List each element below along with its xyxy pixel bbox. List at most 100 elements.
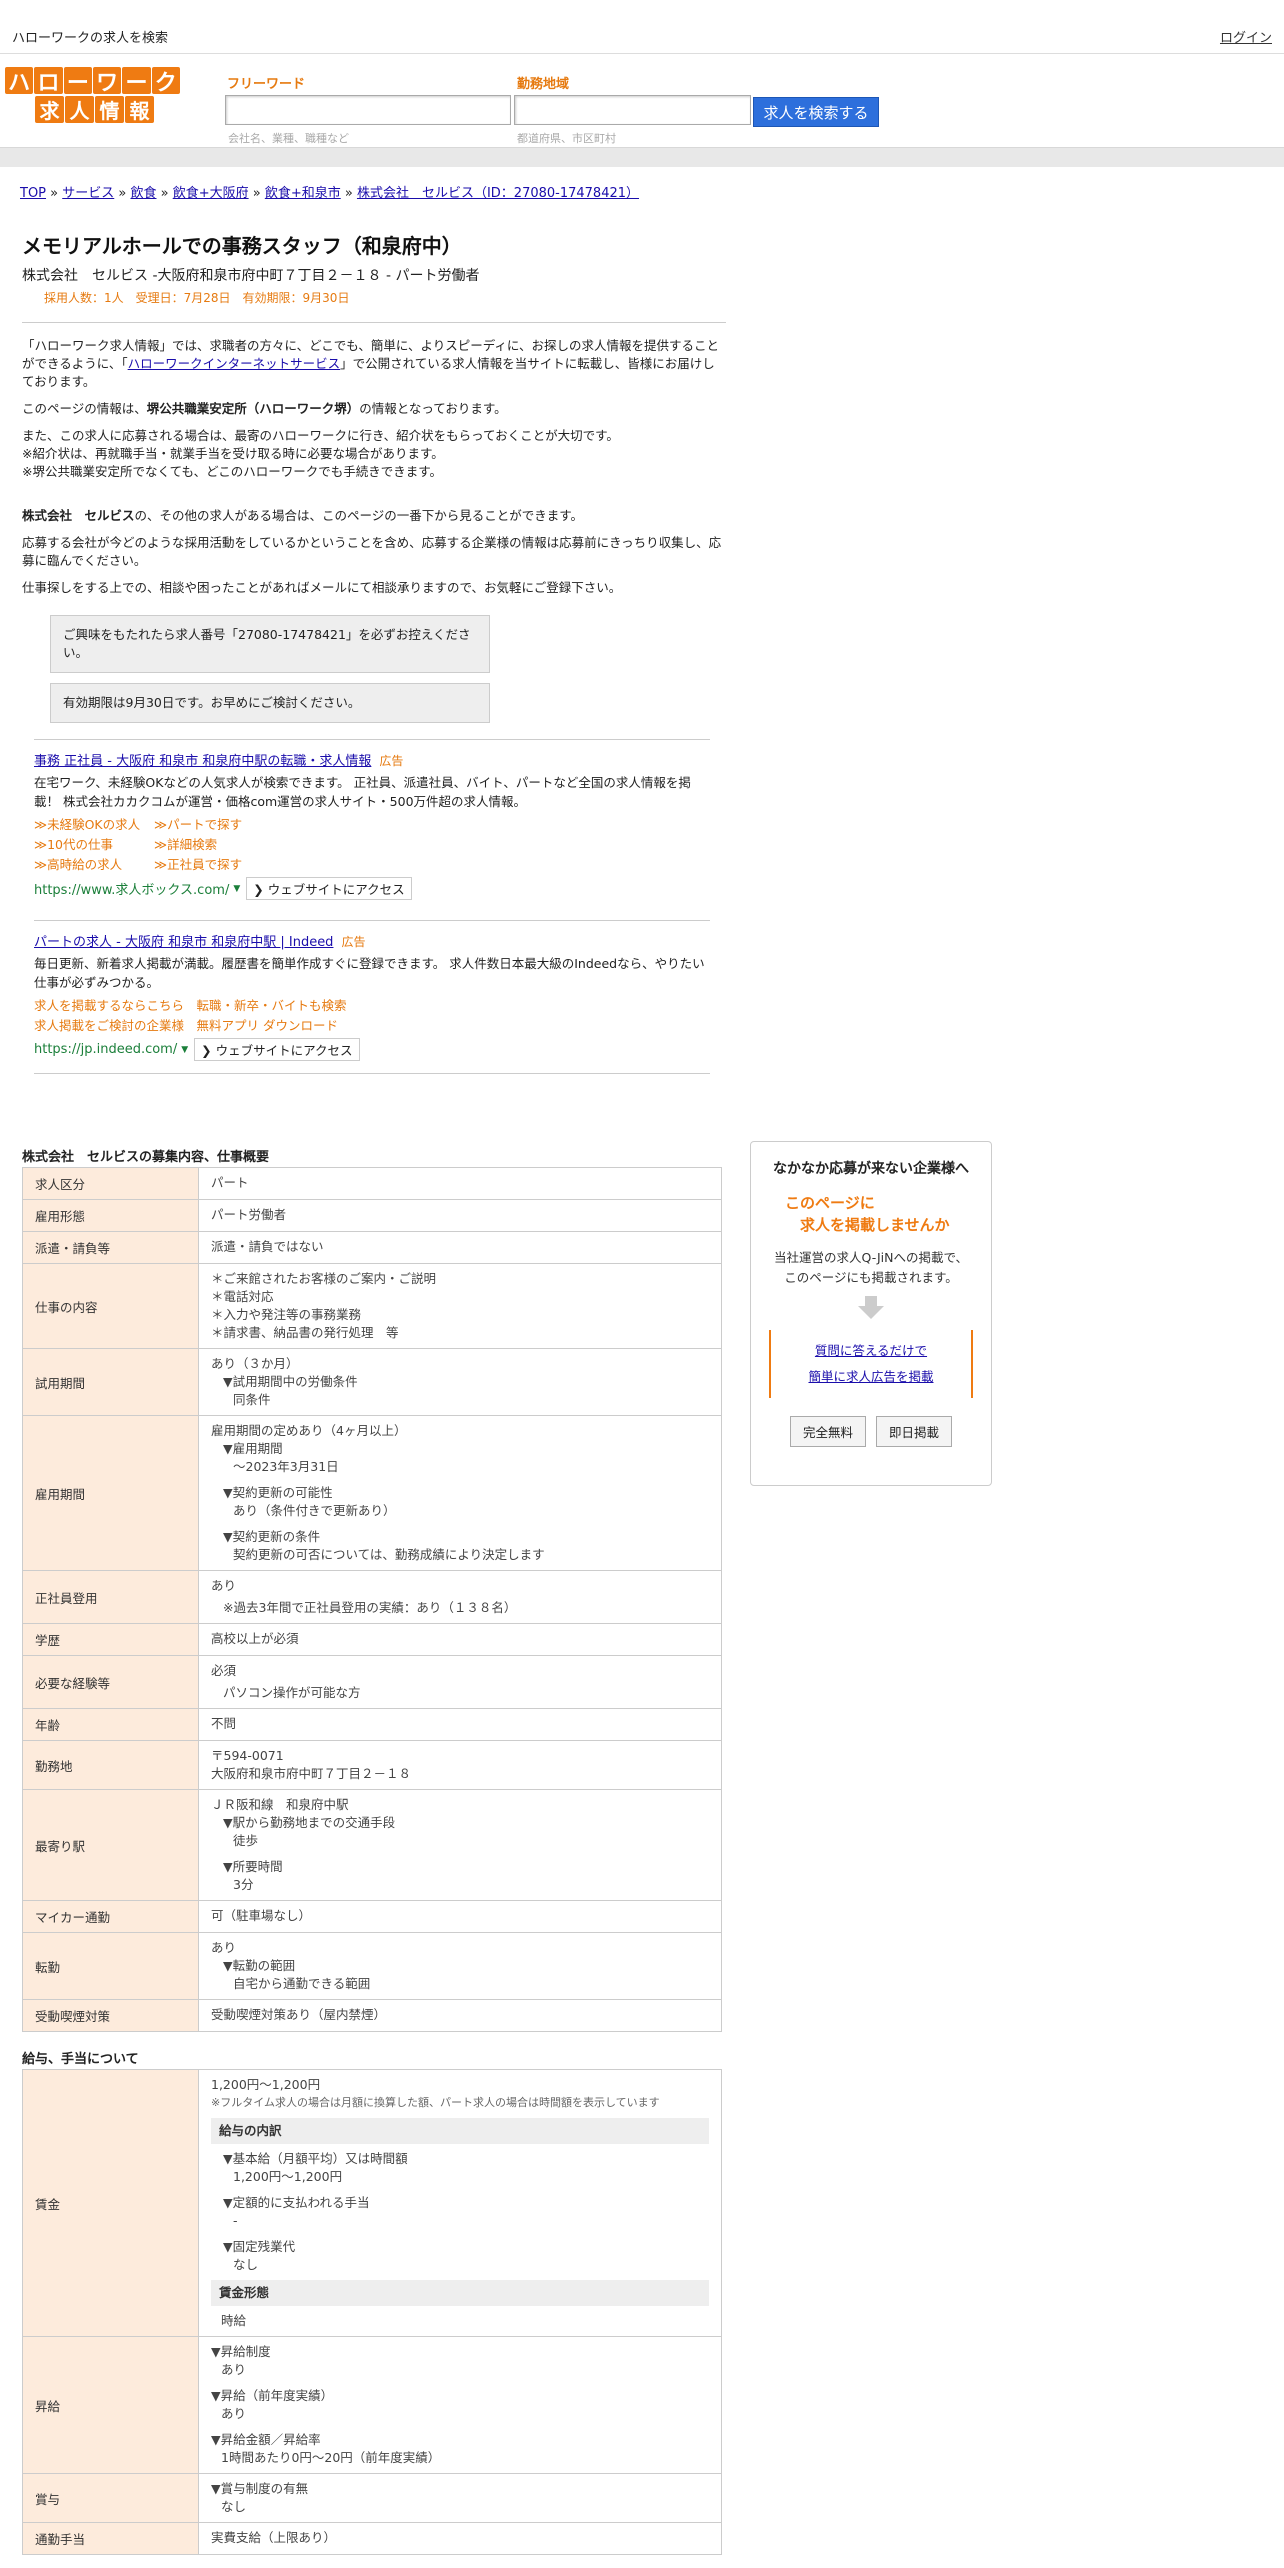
notice-deadline: 有効期限は9月30日です。お早めにご検討ください。 xyxy=(50,683,490,723)
ad-block: パートの求人 - 大阪府 和泉市 和泉府中駅 | Indeed 広告 毎日更新、新… xyxy=(34,920,710,1074)
referral-paragraph: また、この求人に応募される場合は、最寄のハローワークに行き、紹介状をもらっておく… xyxy=(22,428,619,443)
table-cell: 実費支給（上限あり） xyxy=(198,2522,722,2555)
ad-visit-button[interactable]: ❯ ウェブサイトにアクセス xyxy=(194,1038,360,1061)
chevron-down-icon[interactable]: ▼ xyxy=(181,1045,188,1055)
chevron-right-icon: ❯ xyxy=(253,882,268,897)
ad-sitelink[interactable]: ≫パートで探す xyxy=(154,815,314,835)
breadcrumb-service[interactable]: サービス xyxy=(62,186,114,201)
table-header-cell: 学歴 xyxy=(22,1623,199,1656)
table-row: 試用期間 あり（３か月） ▼試用期間中の労働条件 同条件 xyxy=(22,1348,722,1416)
table-cell: 可（駐車場なし） xyxy=(198,1900,722,1933)
ad-visit-button[interactable]: ❯ ウェブサイトにアクセス xyxy=(246,877,412,900)
logo-char: ワ xyxy=(92,67,122,96)
logo-char: ハ xyxy=(5,67,34,96)
ad-title-link[interactable]: 事務 正社員 - 大阪府 和泉市 和泉府中駅の転職・求人情報 xyxy=(34,754,371,769)
table-cell: 必須 パソコン操作が可能な方 xyxy=(198,1655,722,1709)
freeword-label: フリーワード xyxy=(227,77,306,92)
freeword-input[interactable] xyxy=(225,95,511,125)
salary-table: 賃金 1,200円〜1,200円 ※フルタイム求人の場合は月額に換算した額、パー… xyxy=(22,2069,722,2555)
table-header-cell: 通勤手当 xyxy=(22,2522,199,2555)
free-badge-button[interactable]: 完全無料 xyxy=(789,1416,866,1447)
table-cell: ＊ご来館されたお客様のご案内・ご説明 ＊電話対応 ＊入力や発注等の事務業務 ＊請… xyxy=(198,1263,722,1349)
login-link[interactable]: ログイン xyxy=(1220,27,1272,46)
referral-note-2: ※堺公共職業安定所でなくても、どこのハローワークでも手続きできます。 xyxy=(22,464,442,479)
table-row: 転勤 あり ▼転勤の範囲 自宅から通勤できる範囲 xyxy=(22,1932,722,2000)
source-paragraph: このページの情報は、堺公共職業安定所（ハローワーク堺）の情報となっております。 xyxy=(22,401,507,416)
table-row: 最寄り駅 ＪＲ阪和線 和泉府中駅 ▼駅から勤務地までの交通手段 徒歩 ▼所要時間… xyxy=(22,1789,722,1901)
table-cell: パート xyxy=(198,1167,722,1200)
ad-sitelink[interactable]: ≫未経験OKの求人 xyxy=(34,815,154,835)
breadcrumb-city[interactable]: 飲食+和泉市 xyxy=(265,186,341,201)
table-header-cell: 必要な経験等 xyxy=(22,1655,199,1709)
ad-sitelink[interactable]: ≫正社員で探す xyxy=(154,855,314,875)
logo-char: ー xyxy=(122,67,151,96)
site-title: ハローワークの求人を検索 xyxy=(12,31,169,46)
ad-tag: 広告 xyxy=(341,935,366,949)
area-label: 勤務地域 xyxy=(517,77,570,92)
arrow-down-icon xyxy=(858,1296,884,1319)
logo-char: 情 xyxy=(95,96,124,123)
table-row: 賞与 ▼賞与制度の有無 なし xyxy=(22,2473,722,2523)
table-header-cell: 勤務地 xyxy=(22,1740,199,1790)
advice-paragraph: 応募する会社が今どのような採用活動をしているかということを含め、応募する企業様の… xyxy=(22,535,722,568)
table-cell: 高校以上が必須 xyxy=(198,1623,722,1656)
table-cell: ▼昇給制度 あり ▼昇給（前年度実績） あり ▼昇給金額／昇給率 1時間あたり0… xyxy=(198,2336,722,2474)
logo-char: ロ xyxy=(34,67,63,96)
table-header-cell: マイカー通勤 xyxy=(22,1900,199,1933)
salary-title: 給与、手当について xyxy=(22,2052,139,2067)
freeword-hint: 会社名、業種、職種など xyxy=(228,132,349,145)
ad-url[interactable]: https://jp.indeed.com/ xyxy=(34,1042,177,1057)
table-cell: ▼賞与制度の有無 なし xyxy=(198,2473,722,2523)
table-row: 勤務地 〒594-0071 大阪府和泉市府中町７丁目２－１８ xyxy=(22,1740,722,1790)
table-row: 年齢 不問 xyxy=(22,1708,722,1741)
side-link-post-ad[interactable]: 簡単に求人広告を掲載 xyxy=(808,1369,933,1384)
table-header-cell: 試用期間 xyxy=(22,1348,199,1416)
logo-char: 人 xyxy=(65,96,94,123)
logo-char: ー xyxy=(63,67,92,96)
logo-char: ク xyxy=(151,67,180,96)
logo-char: 報 xyxy=(125,96,154,123)
chevron-down-icon[interactable]: ▼ xyxy=(233,884,240,894)
referral-note-1: ※紹介状は、再就職手当・就業手当を受け取る時に必要な場合があります。 xyxy=(22,446,444,461)
breadcrumb: TOP » サービス » 飲食 » 飲食+大阪府 » 飲食+和泉市 » 株式会社… xyxy=(20,186,640,201)
table-row: マイカー通勤 可（駐車場なし） xyxy=(22,1900,722,1933)
table-row: 求人区分 パート xyxy=(22,1167,722,1200)
hellowork-internet-link[interactable]: ハローワークインターネットサービス xyxy=(128,356,341,371)
table-header-cell: 賞与 xyxy=(22,2473,199,2523)
other-jobs-paragraph: 株式会社 セルビスの、その他の求人がある場合は、このページの一番下から見ることが… xyxy=(22,508,584,523)
job-company: 株式会社 セルビス -大阪府和泉市府中町７丁目２－１８ - パート労働者 xyxy=(22,268,480,284)
breadcrumb-top[interactable]: TOP xyxy=(20,186,46,201)
ad-title-link[interactable]: パートの求人 - 大阪府 和泉市 和泉府中駅 | Indeed xyxy=(34,935,333,950)
breadcrumb-category[interactable]: 飲食 xyxy=(130,186,156,201)
breadcrumb-prefecture[interactable]: 飲食+大阪府 xyxy=(173,186,249,201)
same-day-badge-button[interactable]: 即日掲載 xyxy=(876,1416,953,1447)
ad-url[interactable]: https://www.求人ボックス.com/ xyxy=(34,879,229,898)
table-row: 学歴 高校以上が必須 xyxy=(22,1623,722,1656)
table-cell: あり ▼転勤の範囲 自宅から通勤できる範囲 xyxy=(198,1932,722,2000)
main-content: メモリアルホールでの事務スタッフ（和泉府中） 株式会社 セルビス -大阪府和泉市… xyxy=(22,230,726,2555)
table-row: 派遣・請負等 派遣・請負ではない xyxy=(22,1231,722,1264)
ad-sitelink[interactable]: ≫詳細検索 xyxy=(154,835,314,855)
table-cell: ＪＲ阪和線 和泉府中駅 ▼駅から勤務地までの交通手段 徒歩 ▼所要時間 3分 xyxy=(198,1789,722,1901)
ad-sitelink[interactable]: 求人を掲載するならこちら 転職・新卒・バイトも検索 xyxy=(34,996,710,1016)
area-input[interactable] xyxy=(514,95,751,125)
logo-char: 求 xyxy=(35,96,64,123)
table-row: 昇給 ▼昇給制度 あり ▼昇給（前年度実績） あり ▼昇給金額／昇給率 1時間あ… xyxy=(22,2336,722,2474)
ad-sitelink[interactable]: ≫高時給の求人 xyxy=(34,855,154,875)
breadcrumb-company[interactable]: 株式会社 セルビス（ID：27080-17478421） xyxy=(357,186,639,201)
ad-sitelink[interactable]: ≫10代の仕事 xyxy=(34,835,154,855)
table-header-cell: 仕事の内容 xyxy=(22,1263,199,1349)
ad-description: 在宅ワーク、未経験OKなどの人気求人が検索できます。 正社員、派遣社員、バイト、… xyxy=(34,775,691,809)
side-description: 当社運営の求人Q-JiNへの掲載で、 このページにも掲載されます。 xyxy=(774,1250,968,1285)
table-cell: 不問 xyxy=(198,1708,722,1741)
hellowork-logo[interactable]: ハ ロ ー ワ ー ク 求 人 情 報 xyxy=(5,67,181,123)
ad-sitelink[interactable]: 求人掲載をご検討の企業様 無料アプリ ダウンロード xyxy=(34,1016,710,1036)
table-header-cell: 受動喫煙対策 xyxy=(22,1999,199,2032)
side-link-question[interactable]: 質問に答えるだけで xyxy=(815,1343,927,1358)
table-cell: あり ※過去3年間で正社員登用の実績：あり（１３８名） xyxy=(198,1570,722,1624)
table-header-cell: 最寄り駅 xyxy=(22,1789,199,1901)
side-title: なかなか応募が来ない企業様へ xyxy=(773,1161,969,1177)
table-row: 雇用形態 パート労働者 xyxy=(22,1199,722,1232)
search-button[interactable]: 求人を検索する xyxy=(753,97,879,127)
ad-description: 毎日更新、新着求人掲載が満載。履歴書を簡単作成すぐに登録できます。 求人件数日本… xyxy=(34,956,705,990)
